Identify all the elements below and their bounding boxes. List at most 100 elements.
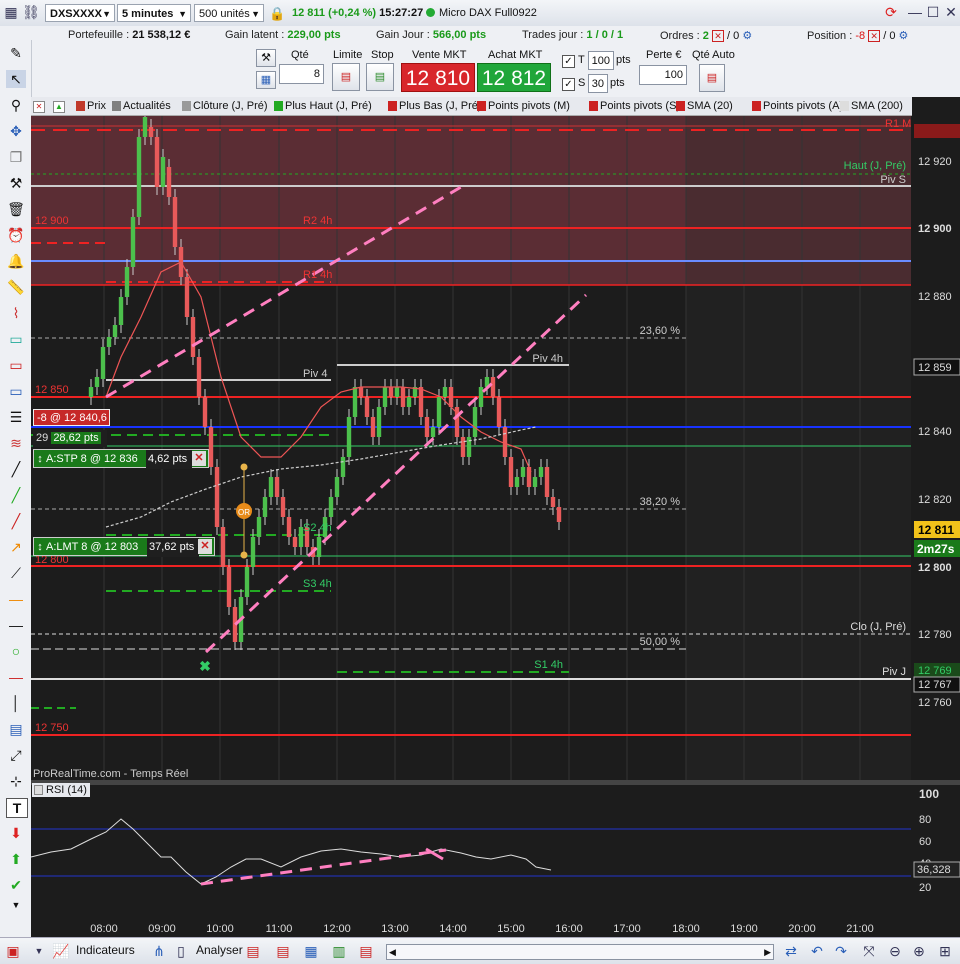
indicator-tag[interactable]: Prix [75,99,106,113]
indicator-tag[interactable]: Actualités [111,99,171,113]
close-icon[interactable]: ✕ [942,3,960,21]
cursor-icon[interactable]: ↖ [6,70,26,88]
list-red-icon-2[interactable]: ▤ [274,942,292,960]
hline-orange-icon[interactable]: — [6,590,26,608]
grid-icon[interactable]: ▦ [2,3,20,21]
bell-icon[interactable]: 🔔 [6,252,26,270]
ray-red-icon[interactable]: — [6,668,26,686]
rect-blue-icon[interactable]: ▭ [6,382,26,400]
arrow-icon[interactable]: ↗ [6,538,26,556]
chart-icon[interactable]: ▦ [302,942,320,960]
text-icon[interactable]: T [6,798,28,818]
zoom-out-icon[interactable]: ⊖ [886,942,904,960]
qty-input[interactable]: 8 [279,64,324,84]
zoom-icon[interactable]: ⚲ [6,96,26,114]
minimize-icon[interactable]: — [906,3,924,21]
alarm-icon[interactable]: ⏰ [6,226,26,244]
ruler-icon[interactable]: 📏 [6,278,26,296]
t-input[interactable]: 100 [588,51,614,70]
window-icon[interactable]: ▣ [4,942,22,960]
close-position-icon[interactable]: ✕ [868,30,881,42]
drag-handle-icon[interactable]: ↕ [34,538,46,557]
channel-icon[interactable]: ▤ [6,720,26,738]
indicator-tag[interactable]: SMA (200) [839,99,903,113]
limit-order-button[interactable]: ▤ [332,63,360,91]
rect-red-icon[interactable]: ▭ [6,356,26,374]
limit-order-tag[interactable]: ↕ A:LMT 8 @ 12 803 37,62 pts ✕ [33,537,215,557]
redo-icon[interactable]: ↷ [832,942,850,960]
calendar-icon[interactable]: ▤ [357,942,375,960]
trend-green-icon[interactable]: ╱ [6,486,26,504]
chevron-down-icon[interactable]: ▼ [30,942,48,960]
units-select[interactable]: 500 unités ▼ [194,4,264,22]
tag-window-icon[interactable]: ✕ [33,99,45,113]
arrow-down-icon[interactable]: ⬇ [6,824,26,842]
analyse-button[interactable]: Analyser [196,943,243,957]
timeframe-select[interactable]: 5 minutes ▼ [117,4,191,22]
table-icon[interactable]: ▥ [330,942,348,960]
chain-icon[interactable]: ⛓ [22,3,40,21]
share-icon[interactable]: ⋔ [150,942,168,960]
indicator-chart-icon[interactable]: 📈 [52,942,70,960]
stop-order-button[interactable]: ▤ [366,63,394,91]
ray-icon[interactable]: ○ [6,642,26,660]
time-scrollbar[interactable]: ◀ ▶ [386,944,774,960]
tools-icon[interactable]: ⚒ [6,174,26,192]
trend-red-icon[interactable]: ╱ [6,512,26,530]
refresh-icon[interactable]: ⟳ [882,3,900,21]
rsi-tag[interactable]: RSI (14) [32,783,90,797]
analyse-icon[interactable]: ▯ [172,942,190,960]
s-input[interactable]: 30 [588,74,608,93]
list-red-icon[interactable]: ▤ [244,942,262,960]
maximize-icon[interactable]: ☐ [924,3,942,21]
undo-icon[interactable]: ↶ [808,942,826,960]
indicator-tag[interactable]: Points pivots (S) [588,99,680,113]
line-icon[interactable]: ╱ [6,460,26,478]
brush-icon[interactable]: ⤢ [6,746,26,764]
indicator-tag[interactable]: Points pivots (M) [476,99,570,113]
indicator-tag[interactable]: Points pivots (A) [751,99,843,113]
lock-icon[interactable]: 🔒 [269,6,285,22]
copy-icon[interactable]: ❐ [6,148,26,166]
expand-icon[interactable]: ⤧ [860,942,878,960]
s-checkbox[interactable]: ✓ [562,78,575,91]
zoom-in-icon[interactable]: ⊕ [910,942,928,960]
rect-green-icon[interactable]: ▭ [6,330,26,348]
polyline-icon[interactable]: ⟋ [6,564,26,582]
tag-up-icon[interactable]: ▲ [53,99,65,113]
keypad-icon[interactable]: ▦ [256,71,276,89]
indicator-tag[interactable]: Plus Haut (J, Pré) [273,99,372,113]
buy-market-button[interactable]: 12 812 [477,63,551,92]
arrow-up-icon[interactable]: ⬆ [6,850,26,868]
t-checkbox[interactable]: ✓ [562,55,575,68]
scroll-right-icon[interactable]: ▶ [764,945,771,959]
drag-handle-icon[interactable]: ↕ [34,450,46,469]
auto-qty-button[interactable]: ▤ [699,64,725,92]
indicator-tag[interactable]: Plus Bas (J, Pré) [387,99,482,113]
hammer-icon[interactable]: ⚒ [256,49,276,67]
check-icon[interactable]: ✔ [6,876,26,894]
loss-input[interactable]: 100 [639,65,687,85]
close-icon[interactable]: ✕ [33,101,45,113]
stop-order-tag[interactable]: ↕ A:STP 8 @ 12 836 4,62 pts ✕ [33,449,209,469]
price-chart[interactable]: OR ✖ R1 M Haut (J, Pré) Piv S 12 900 R2 … [31,97,960,937]
close-orders-icon[interactable]: ✕ [711,30,724,42]
arrows-icon[interactable]: ⇄ [782,942,800,960]
pin-icon[interactable]: ⌇ [6,304,26,322]
symbol-select[interactable]: DXSXXXX ▼ [45,4,115,22]
vline-icon[interactable]: │ [6,694,26,712]
pencil-icon[interactable]: ✎ [6,44,26,62]
cancel-stop-icon[interactable]: ✕ [192,451,206,466]
more-tools-icon[interactable]: ▼ [6,896,26,914]
fib-icon[interactable]: ≋ [6,434,26,452]
indicator-tag[interactable]: SMA (20) [675,99,733,113]
indicators-button[interactable]: Indicateurs [76,943,135,957]
gear-icon[interactable]: ⚙ [742,30,752,42]
indicator-tag[interactable]: Clôture (J, Pré) [181,99,268,113]
position-order-tag[interactable]: -8 @ 12 840,6 [33,409,110,426]
move-icon[interactable]: ✥ [6,122,26,140]
list-icon[interactable]: ☰ [6,408,26,426]
cancel-limit-icon[interactable]: ✕ [198,539,212,554]
scroll-left-icon[interactable]: ◀ [389,945,396,959]
measure-icon[interactable]: ⊹ [6,772,26,790]
